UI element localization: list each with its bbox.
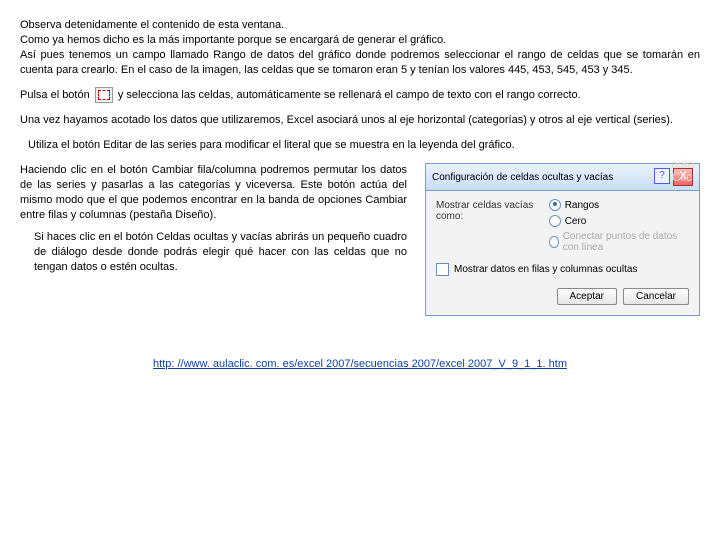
radio-icon	[549, 236, 559, 248]
intro-line-1: Observa detenidamente el contenido de es…	[20, 18, 700, 33]
radio-connect: Conectar puntos de datos con línea	[549, 231, 689, 253]
show-hidden-label: Mostrar datos en filas y columnas oculta…	[454, 264, 637, 275]
radio-rangos-label: Rangos	[565, 200, 599, 211]
radio-icon	[549, 199, 561, 211]
source-link[interactable]: http: //www. aulaclic. com. es/excel 200…	[153, 358, 567, 370]
press-button-pre: Pulsa el botón	[20, 89, 90, 101]
press-button-line: Pulsa el botón y selecciona las celdas, …	[20, 87, 700, 103]
show-hidden-checkbox[interactable]: Mostrar datos en filas y columnas oculta…	[436, 263, 689, 276]
radio-connect-label: Conectar puntos de datos con línea	[563, 231, 689, 253]
hidden-empty-cells-dialog: aula Clic Configuración de celdas oculta…	[425, 163, 700, 316]
accept-button[interactable]: Aceptar	[557, 288, 617, 305]
show-empty-label: Mostrar celdas vacías como:	[436, 199, 539, 222]
radio-icon	[549, 215, 561, 227]
edit-series-line: Utiliza el botón Editar de las series pa…	[28, 138, 700, 153]
intro-line-3: Así pues tenemos un campo llamado Rango …	[20, 48, 700, 78]
cancel-button[interactable]: Cancelar	[623, 288, 689, 305]
checkbox-icon	[436, 263, 449, 276]
close-icon[interactable]: X	[673, 168, 693, 186]
axis-association-line: Una vez hayamos acotado los datos que ut…	[20, 113, 700, 128]
press-button-post: y selecciona las celdas, automáticamente…	[118, 89, 581, 101]
intro-line-2: Como ya hemos dicho es la más importante…	[20, 33, 700, 48]
hidden-cells-paragraph: Si haces clic en el botón Celdas ocultas…	[34, 230, 407, 275]
radio-rangos[interactable]: Rangos	[549, 199, 689, 211]
radio-cero[interactable]: Cero	[549, 215, 689, 227]
range-selector-icon	[95, 87, 113, 103]
help-icon[interactable]: ?	[654, 168, 670, 184]
dialog-titlebar: Configuración de celdas ocultas y vacías…	[425, 163, 700, 190]
radio-cero-label: Cero	[565, 216, 587, 227]
dialog-title-text: Configuración de celdas ocultas y vacías	[432, 172, 613, 183]
switch-rowcol-paragraph: Haciendo clic en el botón Cambiar fila/c…	[20, 163, 407, 222]
